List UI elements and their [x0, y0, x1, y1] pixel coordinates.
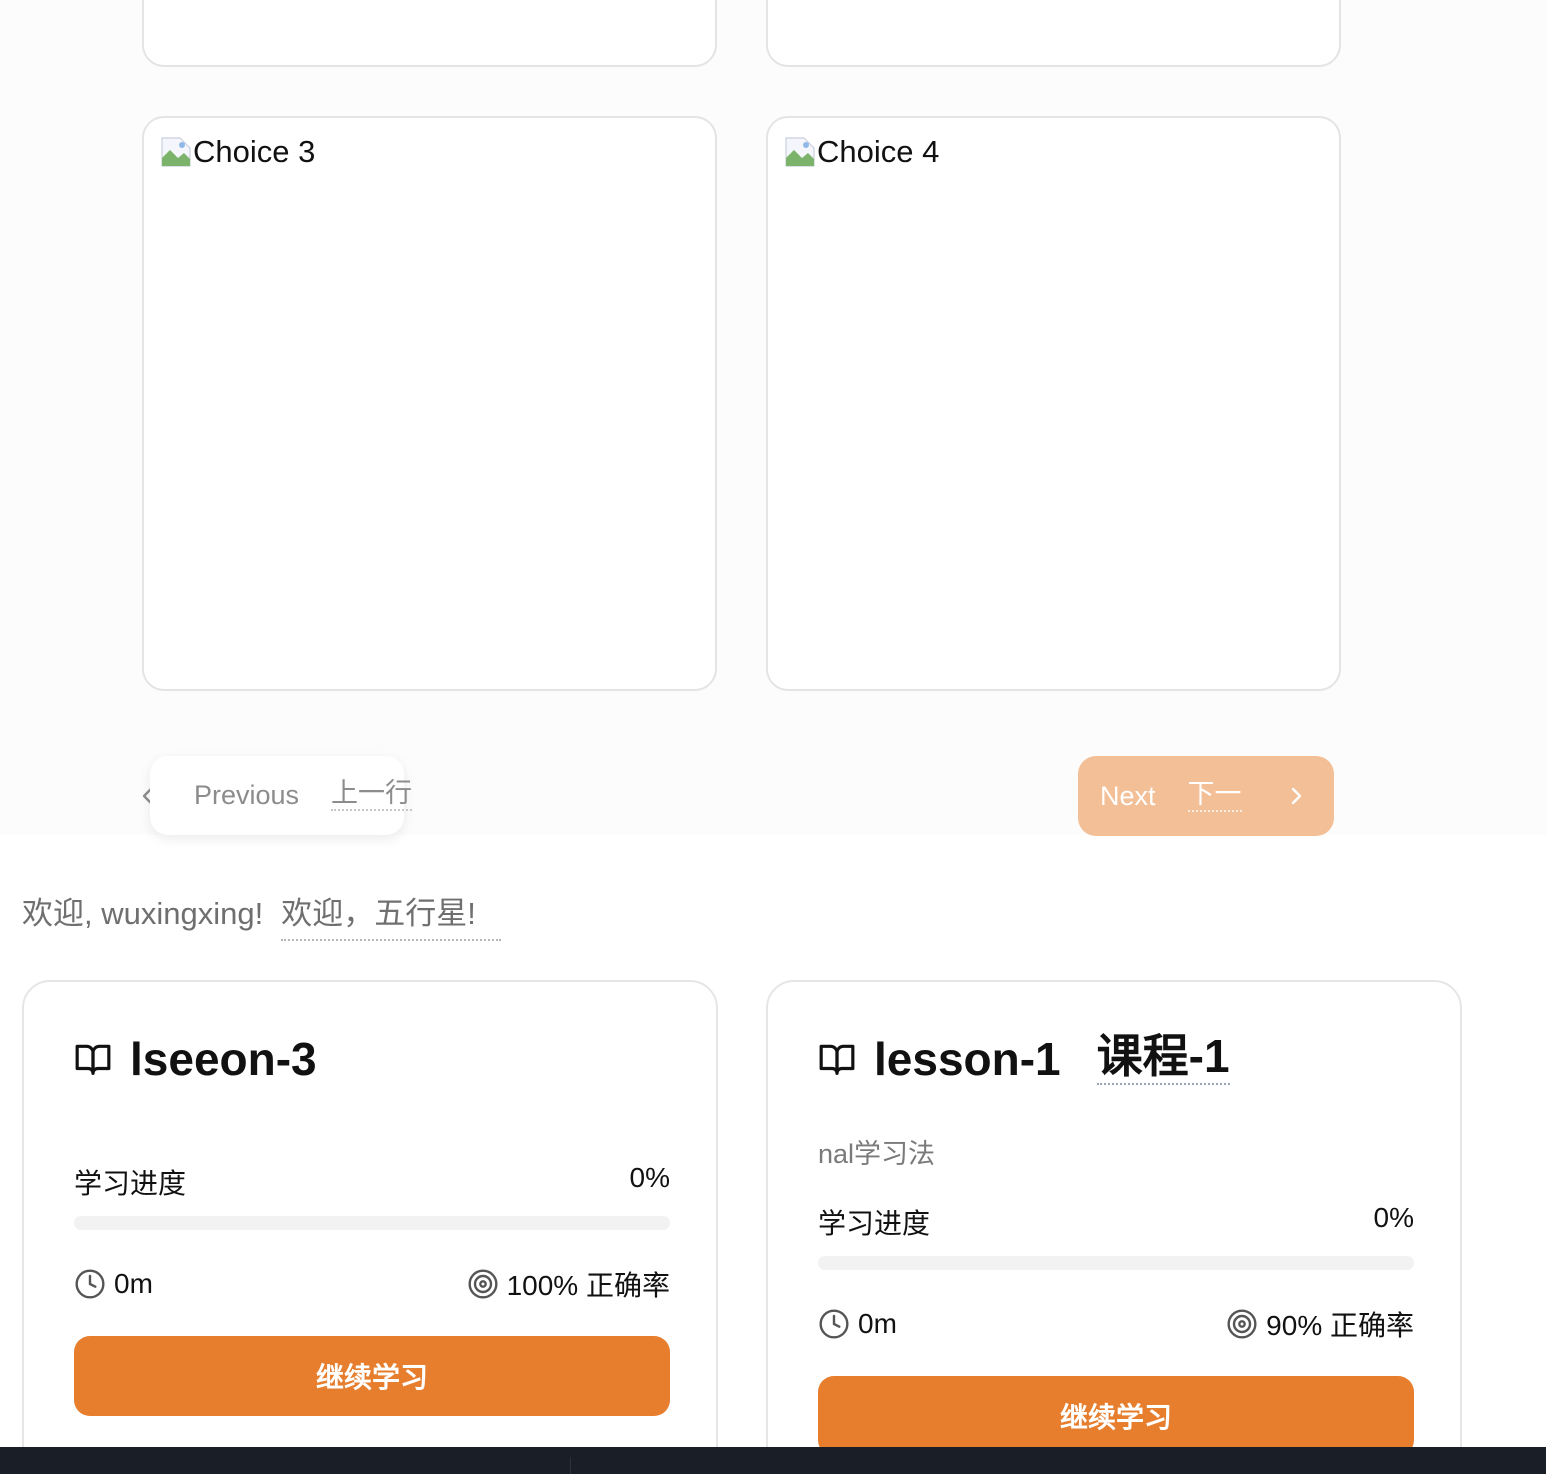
previous-nav: Previous 上一行 — [136, 756, 413, 835]
broken-image-icon — [161, 137, 191, 167]
stats-row: 0m 100% 正确率 — [74, 1264, 670, 1304]
choice-label: Choice 4 — [817, 134, 940, 169]
next-label: Next — [1100, 780, 1156, 811]
target-icon — [1227, 1309, 1257, 1339]
next-label-cn: 下一 — [1187, 780, 1242, 812]
clock-icon — [819, 1309, 849, 1339]
progress-bar — [74, 1216, 670, 1230]
chevron-right-icon — [1291, 787, 1302, 805]
continue-learning-button[interactable]: 继续学习 — [818, 1376, 1414, 1456]
choice-card-1[interactable] — [142, 0, 717, 67]
progress-row: 学习进度 0% — [74, 1162, 670, 1202]
progress-percent: 0% — [629, 1162, 670, 1193]
lesson-title: lseeon-3 — [74, 1032, 317, 1086]
book-open-icon — [75, 1044, 111, 1075]
progress-row: 学习进度 0% — [818, 1202, 1414, 1242]
lesson-card: lseeon-3 学习进度 0% 0m 100% 正确率 继续学习 — [22, 980, 718, 1474]
welcome-text-cn: 欢迎，五行星! — [281, 888, 502, 941]
accuracy-stat: 90% 正确率 — [1226, 1304, 1414, 1344]
accuracy-stat: 100% 正确率 — [467, 1264, 670, 1304]
lesson-subtitle: nal学习法 — [818, 1139, 936, 1169]
lesson-title: lesson-1 课程-1 — [818, 1032, 1230, 1086]
choice-image: Choice 4 — [784, 134, 939, 170]
choice-image: Choice 3 — [160, 134, 315, 170]
welcome-text: 欢迎, wuxingxing! — [22, 896, 264, 931]
next-button[interactable]: Next 下一 — [1078, 756, 1334, 836]
time-value: 0m — [114, 1268, 153, 1299]
continue-learning-button[interactable]: 继续学习 — [74, 1336, 670, 1416]
time-stat: 0m — [74, 1268, 153, 1300]
choice-label: Choice 3 — [193, 134, 316, 169]
target-icon — [468, 1269, 498, 1299]
previous-label: Previous — [194, 780, 300, 810]
progress-label: 学习进度 — [74, 1168, 187, 1199]
lesson-title-text: lseeon-3 — [130, 1033, 317, 1085]
progress-bar — [818, 1256, 1414, 1270]
bottom-bar-divider — [570, 1457, 571, 1474]
accuracy-value: 100% 正确率 — [506, 1270, 670, 1301]
lesson-card: lesson-1 课程-1 nal学习法 学习进度 0% 0m 90% 正确率 … — [766, 980, 1462, 1474]
broken-image-icon — [785, 137, 815, 167]
page: Choice 3 Choice 4 Previous 上一行 Next 下一 欢… — [0, 0, 1546, 1474]
quiz-area: Choice 3 Choice 4 Previous 上一行 Next 下一 — [0, 0, 1546, 836]
bottom-bar — [0, 1447, 1546, 1474]
choice-card-4[interactable]: Choice 4 — [766, 116, 1341, 691]
previous-label-cn: 上一行 — [331, 780, 413, 811]
choice-card-2[interactable] — [766, 0, 1341, 67]
progress-label: 学习进度 — [818, 1208, 931, 1239]
lesson-title-text: lesson-1 — [874, 1033, 1061, 1085]
time-value: 0m — [858, 1308, 897, 1339]
progress-percent: 0% — [1373, 1202, 1414, 1233]
lesson-title-cn: 课程-1 — [1096, 1033, 1230, 1085]
time-stat: 0m — [818, 1308, 897, 1340]
book-open-icon — [819, 1044, 855, 1075]
clock-icon — [75, 1269, 105, 1299]
choice-card-3[interactable]: Choice 3 — [142, 116, 717, 691]
previous-button[interactable]: Previous 上一行 — [150, 756, 413, 835]
accuracy-value: 90% 正确率 — [1266, 1310, 1414, 1341]
welcome-message: 欢迎, wuxingxing! 欢迎，五行星! — [22, 888, 502, 941]
stats-row: 0m 90% 正确率 — [818, 1304, 1414, 1344]
